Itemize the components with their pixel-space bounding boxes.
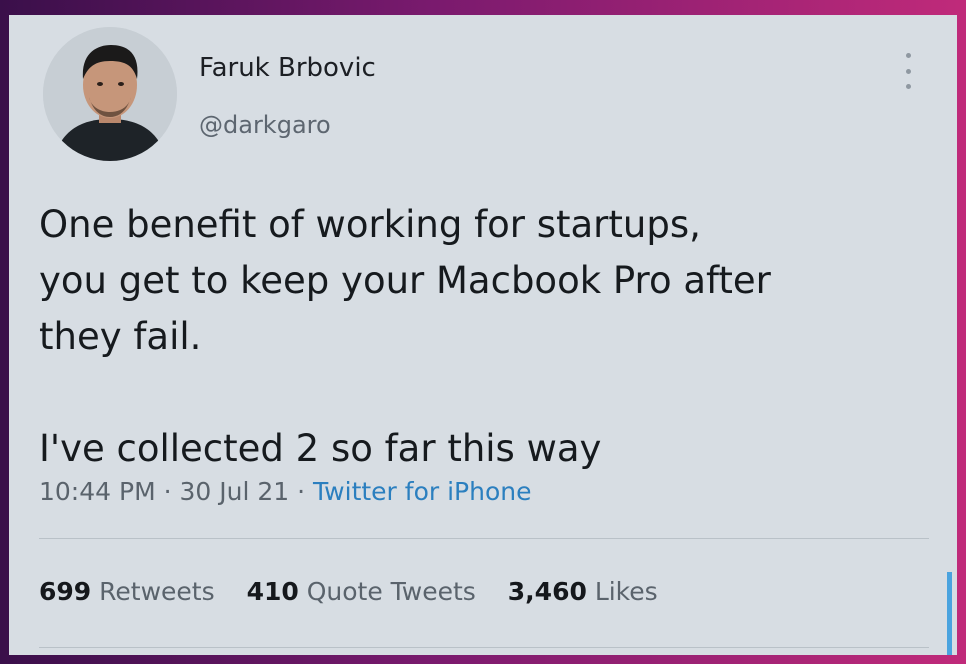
quote-tweets-count: 410 <box>246 577 299 606</box>
likes-count: 3,460 <box>507 577 587 606</box>
tweet-text-line: they fail. <box>39 315 202 358</box>
likes-stat[interactable]: 3,460 Likes <box>508 577 658 606</box>
likes-label: Likes <box>594 577 658 606</box>
divider <box>39 538 929 539</box>
tweet-text-line: you get to keep your Macbook Pro after <box>39 259 771 302</box>
tweet-text-line: I've collected 2 so far this way <box>39 427 602 470</box>
tweet-text: One benefit of working for startups, you… <box>39 197 929 477</box>
retweets-stat[interactable]: 699 Retweets <box>39 577 215 606</box>
quote-tweets-label: Quote Tweets <box>306 577 476 606</box>
tweet-card: Faruk Brbovic @darkgaro One benefit of w… <box>9 15 957 655</box>
author-name[interactable]: Faruk Brbovic <box>199 53 376 83</box>
tweet-time[interactable]: 10:44 PM <box>39 477 156 506</box>
avatar[interactable] <box>43 27 177 161</box>
avatar-photo <box>43 27 177 161</box>
scrollbar[interactable] <box>947 572 952 655</box>
author-handle[interactable]: @darkgaro <box>199 111 331 139</box>
retweets-label: Retweets <box>99 577 215 606</box>
tweet-date[interactable]: 30 Jul 21 <box>180 477 290 506</box>
tweet-source-link[interactable]: Twitter for iPhone <box>313 477 531 506</box>
retweets-count: 699 <box>39 577 92 606</box>
tweet-text-line: One benefit of working for startups, <box>39 203 701 246</box>
divider <box>39 647 929 648</box>
tweet-stats: 699 Retweets 410 Quote Tweets 3,460 Like… <box>39 577 682 606</box>
meta-separator: · <box>163 477 172 506</box>
tweet-meta: 10:44 PM · 30 Jul 21 · Twitter for iPhon… <box>39 477 532 506</box>
meta-separator: · <box>297 477 306 506</box>
more-vertical-icon[interactable] <box>893 53 923 89</box>
quote-tweets-stat[interactable]: 410 Quote Tweets <box>247 577 476 606</box>
